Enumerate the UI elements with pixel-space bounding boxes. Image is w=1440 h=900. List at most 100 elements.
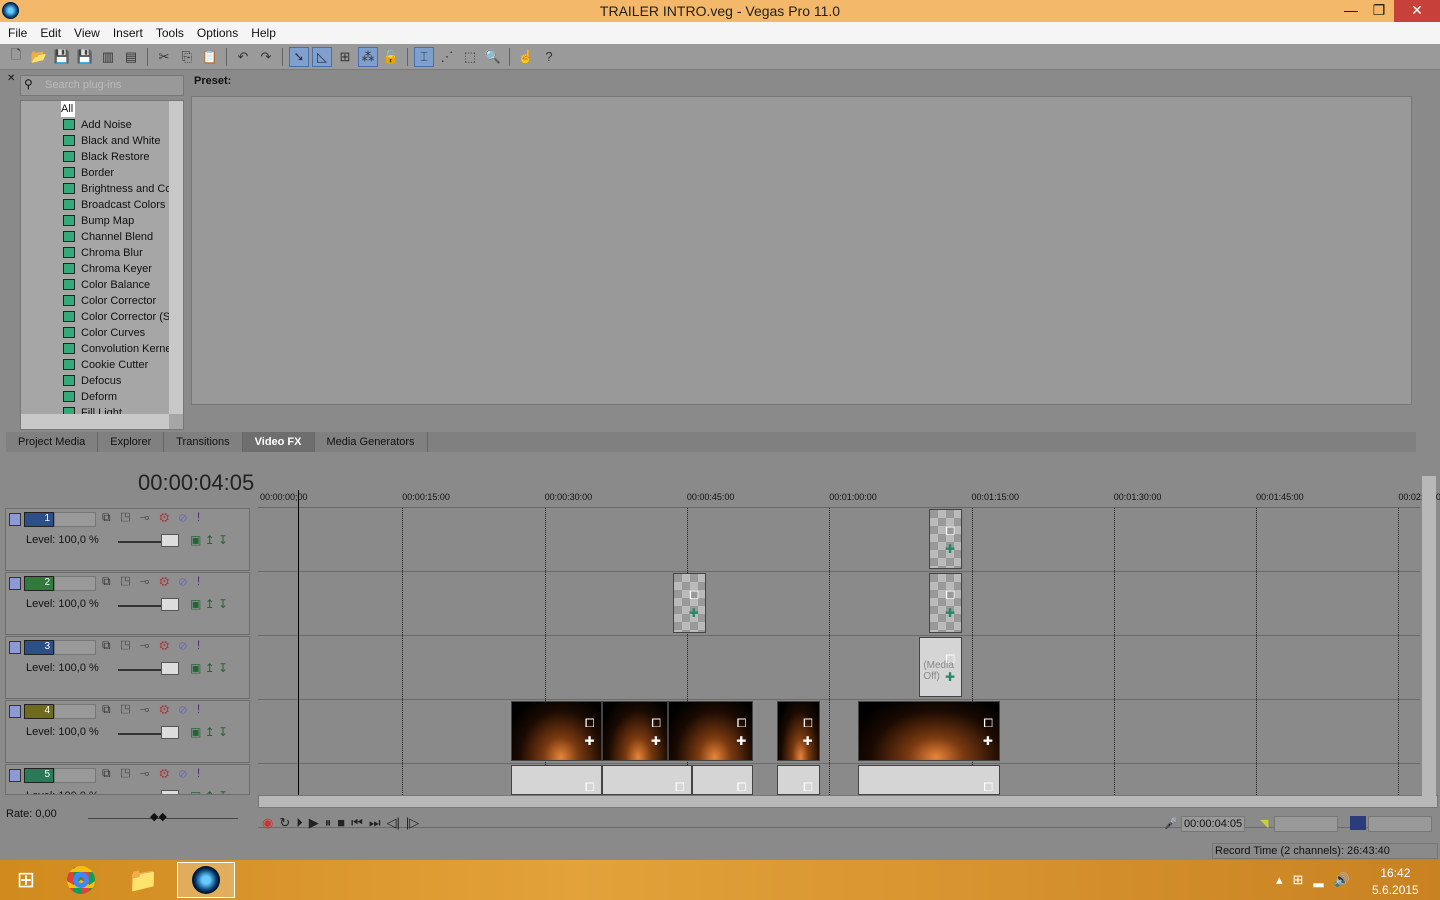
media-offline-clip[interactable]: ⧠ ✚ (Media Off) <box>919 637 962 697</box>
search-plugins-input[interactable]: Search plug-ins <box>20 75 184 96</box>
plugin-item[interactable]: Broadcast Colors <box>63 197 169 213</box>
compositing-mode-icon[interactable]: ⧉ <box>102 638 121 652</box>
media-offline-clip[interactable]: ⧠✚ <box>511 765 602 795</box>
menu-help[interactable]: Help <box>251 22 276 44</box>
tree-horizontal-scrollbar[interactable] <box>21 414 169 429</box>
menu-file[interactable]: File <box>8 22 27 44</box>
pause-icon[interactable]: ⏸ <box>325 815 332 831</box>
track-lane[interactable] <box>258 572 1420 636</box>
event-fx-icon[interactable]: ✚ <box>983 734 993 748</box>
system-tray[interactable]: ▴⊞▂🔊 <box>1276 872 1360 888</box>
video-clip[interactable]: ⧠ ✚ <box>667 701 754 761</box>
track-fx-icon[interactable]: ⚙ <box>159 510 179 524</box>
plugin-item[interactable]: Add Noise <box>63 117 169 133</box>
track-level-handle[interactable] <box>161 534 179 547</box>
envelope-tool-icon[interactable]: ◺ <box>312 46 332 67</box>
crop-icon[interactable]: ⧠ <box>585 716 595 731</box>
event-fx-icon[interactable]: ✚ <box>803 734 813 748</box>
track-fx-icon[interactable]: ⚙ <box>159 766 179 780</box>
video-clip[interactable]: ⧠ ✚ <box>777 701 820 761</box>
media-offline-clip[interactable]: ⧠✚ <box>691 765 754 795</box>
video-clip[interactable]: ⧠ ✚ <box>601 701 668 761</box>
mute-icon[interactable]: ⊘ <box>179 702 197 716</box>
track-minimize-icon[interactable] <box>9 577 21 590</box>
crop-icon[interactable]: ⧠ <box>983 716 993 731</box>
media-clip-transparent[interactable]: ⧠ ✚ <box>672 573 706 633</box>
track-fx-chain-icon[interactable]: ▣ ↥ ↧ <box>190 725 228 739</box>
tree-root-all[interactable]: All <box>61 101 75 117</box>
track-motion-icon[interactable]: ⊸ <box>140 766 160 780</box>
tab-media-generators[interactable]: Media Generators <box>315 432 428 452</box>
loop-playback-icon[interactable]: ↻ <box>279 815 290 831</box>
crop-icon[interactable]: ⧠ <box>983 780 993 794</box>
paste-icon[interactable]: 📋 <box>200 47 220 67</box>
snapping-icon[interactable]: ⊞ <box>335 47 355 67</box>
volume-icon[interactable]: 🔊 <box>1333 872 1359 887</box>
crop-icon[interactable]: ⧠ <box>737 716 747 731</box>
auto-ripple-icon[interactable]: ⁂ <box>358 46 378 67</box>
mute-icon[interactable]: ⊘ <box>179 510 197 524</box>
menu-options[interactable]: Options <box>197 22 238 44</box>
crop-icon[interactable]: ⧠ <box>737 780 747 794</box>
tab-project-media[interactable]: Project Media <box>6 432 99 452</box>
compositing-mode-icon[interactable]: ⧉ <box>102 574 121 588</box>
track-header[interactable]: 4 ⧉◳⊸⚙⊘! Level: 100,0 % ▣ ↥ ↧ <box>5 700 250 763</box>
crop-icon[interactable]: ⧠ <box>675 780 685 794</box>
crop-icon[interactable]: ⧠ <box>803 716 813 731</box>
go-to-end-icon[interactable]: ⏭ <box>369 815 381 831</box>
menu-tools[interactable]: Tools <box>156 22 184 44</box>
video-clip[interactable]: ⧠ ✚ <box>511 701 602 761</box>
track-minimize-icon[interactable] <box>9 513 21 526</box>
track-lane[interactable] <box>258 700 1420 764</box>
play-icon[interactable]: ▶ <box>309 815 319 831</box>
solo-icon[interactable]: ! <box>197 702 210 716</box>
show-hidden-icons-icon[interactable]: ▴ <box>1276 872 1293 887</box>
track-fx-icon[interactable]: ⚙ <box>159 574 179 588</box>
properties-icon[interactable]: ▤ <box>121 47 141 67</box>
plugin-item[interactable]: Black and White <box>63 133 169 149</box>
minimize-button[interactable]: — <box>1336 0 1366 22</box>
tab-transitions[interactable]: Transitions <box>164 432 243 452</box>
track-name-field[interactable] <box>54 640 96 655</box>
crop-icon[interactable]: ⧠ <box>689 588 699 603</box>
plugin-item[interactable]: Deform <box>63 389 169 405</box>
event-fx-icon[interactable]: ✚ <box>945 542 955 556</box>
windows-start-icon[interactable]: ⊞ <box>0 862 52 898</box>
crop-icon[interactable]: ⧠ <box>945 588 955 603</box>
track-minimize-icon[interactable] <box>9 769 21 782</box>
track-header[interactable]: 1 ⧉◳⊸⚙⊘! Level: 100,0 % ▣ ↥ ↧ <box>5 508 250 571</box>
plugin-item[interactable]: Black Restore <box>63 149 169 165</box>
plugin-item[interactable]: Brightness and Contrast <box>63 181 169 197</box>
open-icon[interactable]: 📂 <box>29 47 49 67</box>
mute-icon[interactable]: ⊘ <box>179 574 197 588</box>
track-fx-chain-icon[interactable]: ▣ ↥ ↧ <box>190 533 228 547</box>
vegas-taskbar-icon[interactable] <box>177 862 235 898</box>
plugin-item[interactable]: Border <box>63 165 169 181</box>
crop-icon[interactable]: ⧠ <box>651 716 661 731</box>
taskbar-clock[interactable]: 16:42 5.6.2015 <box>1372 865 1419 899</box>
track-level-handle[interactable] <box>161 790 179 794</box>
track-lane[interactable] <box>258 508 1420 572</box>
playhead-cursor[interactable] <box>298 490 299 795</box>
auto-crossfade-icon[interactable]: ⋰ <box>437 47 457 67</box>
lock-envelopes-icon[interactable]: 🔓 <box>381 47 401 67</box>
make-compositing-child-icon[interactable]: ◳ <box>121 638 140 652</box>
mute-icon[interactable]: ⊘ <box>179 638 197 652</box>
menu-edit[interactable]: Edit <box>40 22 61 44</box>
close-panel-icon[interactable]: ✕ <box>7 73 15 84</box>
undo-icon[interactable]: ↶ <box>233 47 253 67</box>
plugin-item[interactable]: Chroma Blur <box>63 245 169 261</box>
save-icon[interactable]: 💾 <box>52 47 72 67</box>
play-from-start-icon[interactable]: ⏵ <box>296 815 303 831</box>
track-header[interactable]: 3 ⧉◳⊸⚙⊘! Level: 100,0 % ▣ ↥ ↧ <box>5 636 250 699</box>
track-name-field[interactable] <box>54 576 96 591</box>
track-motion-icon[interactable]: ⊸ <box>140 574 160 588</box>
restore-button[interactable]: ❐ <box>1364 0 1394 22</box>
plugin-item[interactable]: Defocus <box>63 373 169 389</box>
track-minimize-icon[interactable] <box>9 705 21 718</box>
timeline-vertical-scrollbar[interactable] <box>1422 476 1436 796</box>
rate-slider-handle[interactable]: ◆◆ <box>150 810 167 823</box>
redo-icon[interactable]: ↷ <box>256 47 276 67</box>
track-fx-chain-icon[interactable]: ▣ ↥ ↧ <box>190 661 228 675</box>
track-minimize-icon[interactable] <box>9 641 21 654</box>
